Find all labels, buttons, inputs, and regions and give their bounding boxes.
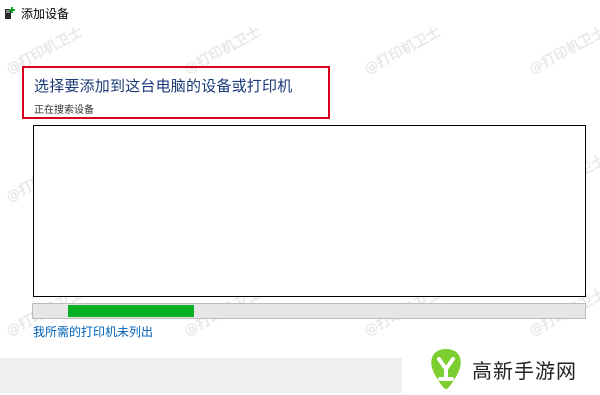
watermark: @打印机卫士 <box>361 24 444 78</box>
brand-logo-icon <box>426 347 466 391</box>
watermark: @打印机卫士 <box>526 24 600 78</box>
progress-fill <box>68 305 194 317</box>
page-heading: 选择要添加到这台电脑的设备或打印机 <box>34 77 293 95</box>
heading-highlight-box: 选择要添加到这台电脑的设备或打印机 正在搜索设备 <box>22 66 330 119</box>
brand-name: 高新手游网 <box>472 359 577 383</box>
title-bar: 添加设备 <box>0 0 600 26</box>
printer-not-listed-link[interactable]: 我所需的打印机未列出 <box>33 323 153 340</box>
device-list[interactable] <box>33 125 586 297</box>
search-progress-bar <box>32 303 586 319</box>
window-title: 添加设备 <box>21 7 70 21</box>
brand-badge: 高新手游网 <box>402 343 600 393</box>
search-status-text: 正在搜索设备 <box>34 105 94 116</box>
printer-add-icon <box>4 5 16 19</box>
